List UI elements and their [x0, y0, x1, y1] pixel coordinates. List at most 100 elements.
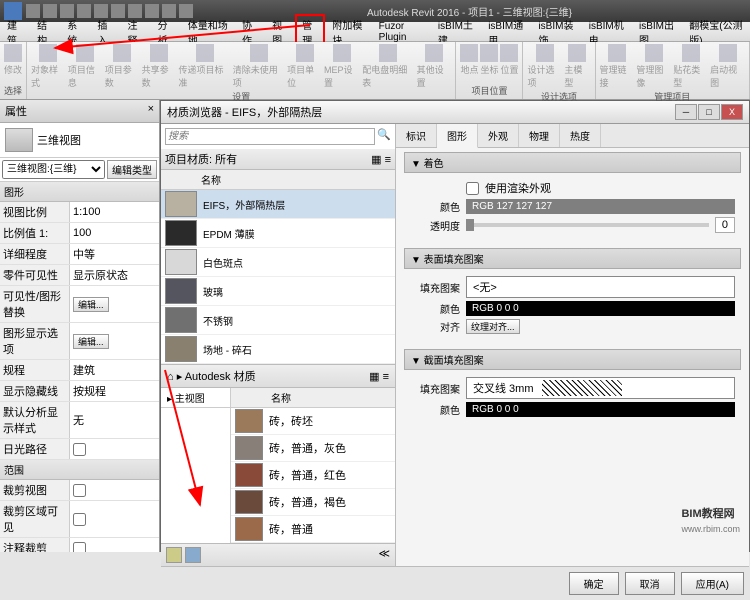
- transparency-slider[interactable]: [466, 223, 709, 227]
- search-input[interactable]: [165, 128, 375, 145]
- property-row[interactable]: 比例值 1:100: [0, 223, 159, 244]
- ribbon-button[interactable]: 项目参数: [105, 44, 140, 89]
- search-icon[interactable]: 🔍: [377, 128, 391, 145]
- ribbon-button[interactable]: 项目信息: [68, 44, 103, 89]
- material-item[interactable]: 场地 - 碎石: [161, 335, 395, 364]
- material-item[interactable]: 不锈钢: [161, 306, 395, 335]
- surface-pattern-header[interactable]: ▼ 表面填充图案: [404, 248, 741, 269]
- surface-color[interactable]: RGB 0 0 0: [466, 301, 735, 316]
- texture-align-button[interactable]: 纹理对齐...: [466, 319, 520, 334]
- material-tab[interactable]: 物理: [519, 124, 560, 147]
- ribbon-group-label: 管理项目: [654, 90, 690, 103]
- dialog-title: 材质浏览器 - EIFS，外部隔热层: [167, 104, 322, 120]
- ribbon-group-label: 项目位置: [471, 84, 507, 97]
- color-label: 颜色: [410, 199, 460, 214]
- material-tab[interactable]: 图形: [437, 124, 478, 148]
- lib-path[interactable]: Autodesk 材质: [185, 371, 256, 383]
- ok-button[interactable]: 确定: [569, 572, 619, 595]
- ribbon-button[interactable]: 管理图像: [636, 44, 671, 89]
- view-icon[interactable]: ▦: [371, 154, 381, 166]
- home-icon[interactable]: ⌂: [167, 371, 174, 383]
- ribbon-button[interactable]: 贴花类型: [673, 44, 708, 89]
- close-icon[interactable]: X: [721, 104, 743, 120]
- type-selector[interactable]: 三维视图:{三维}: [2, 160, 105, 179]
- pattern-swatch: [542, 380, 622, 396]
- ribbon-button[interactable]: 项目单位: [287, 44, 322, 89]
- list-icon[interactable]: ≡: [385, 154, 391, 166]
- property-row[interactable]: 裁剪区域可见: [0, 501, 159, 538]
- library-item[interactable]: 砖，普通: [231, 516, 395, 543]
- library-item[interactable]: 砖，砖坯: [231, 408, 395, 435]
- use-render-label: 使用渲染外观: [485, 180, 551, 196]
- property-row[interactable]: 详细程度中等: [0, 244, 159, 265]
- type-name: 三维视图: [37, 132, 81, 148]
- edit-type-button[interactable]: 编辑类型: [107, 160, 157, 179]
- material-item[interactable]: EIFS，外部隔热层: [161, 190, 395, 219]
- property-row[interactable]: 视图比例1:100: [0, 202, 159, 223]
- use-render-checkbox[interactable]: [466, 182, 479, 195]
- property-row[interactable]: 日光路径: [0, 439, 159, 460]
- expand-icon[interactable]: ≪: [378, 547, 390, 563]
- ribbon-button[interactable]: 位置: [500, 44, 518, 76]
- material-tab[interactable]: 外观: [478, 124, 519, 147]
- material-item[interactable]: 白色斑点: [161, 248, 395, 277]
- property-row[interactable]: 图形显示选项编辑...: [0, 323, 159, 360]
- transparency-value[interactable]: 0: [715, 217, 735, 233]
- material-item[interactable]: EPDM 薄膜: [161, 219, 395, 248]
- property-row[interactable]: 注释裁剪: [0, 538, 159, 552]
- type-icon: [5, 128, 33, 152]
- property-row[interactable]: 显示隐藏线按规程: [0, 381, 159, 402]
- ribbon-button[interactable]: 管理链接: [600, 44, 635, 89]
- ribbon-button[interactable]: 设计选项: [527, 44, 562, 89]
- ribbon-button[interactable]: 清除未使用项: [233, 44, 285, 89]
- list-icon[interactable]: ≡: [383, 371, 389, 383]
- ribbon: 修改选择对象样式项目信息项目参数共享参数传递项目标准清除未使用项项目单位MEP设…: [0, 42, 750, 100]
- transparency-label: 透明度: [410, 218, 460, 233]
- view-icon[interactable]: ▦: [369, 371, 379, 383]
- ribbon-button[interactable]: 坐标: [480, 44, 498, 76]
- ribbon-button[interactable]: 配电盘明细表: [362, 44, 414, 89]
- library-item[interactable]: 砖，普通，褐色: [231, 489, 395, 516]
- library-item[interactable]: 砖，普通，灰色: [231, 435, 395, 462]
- property-row[interactable]: 规程建筑: [0, 360, 159, 381]
- ribbon-button[interactable]: 传递项目标准: [179, 44, 231, 89]
- material-tab[interactable]: 标识: [396, 124, 437, 147]
- new-material-icon[interactable]: [166, 547, 182, 563]
- color-value[interactable]: RGB 127 127 127: [466, 199, 735, 214]
- ribbon-button[interactable]: 主模型: [564, 44, 590, 89]
- apply-button[interactable]: 应用(A): [681, 572, 744, 595]
- material-item[interactable]: 玻璃: [161, 277, 395, 306]
- ribbon-button[interactable]: 修改: [4, 44, 22, 76]
- property-category: 图形: [0, 182, 159, 202]
- ribbon-button[interactable]: 地点: [460, 44, 478, 76]
- property-row[interactable]: 默认分析显示样式无: [0, 402, 159, 439]
- property-category: 范围: [0, 460, 159, 480]
- ribbon-button[interactable]: 对象样式: [31, 44, 66, 89]
- shading-header[interactable]: ▼ 着色: [404, 152, 741, 173]
- lib-name-header: 名称: [231, 388, 395, 408]
- property-row[interactable]: 零件可见性显示原状态: [0, 265, 159, 286]
- cut-color[interactable]: RGB 0 0 0: [466, 402, 735, 417]
- material-list: EIFS，外部隔热层EPDM 薄膜白色斑点玻璃不锈钢场地 - 碎石: [161, 190, 395, 364]
- duplicate-icon[interactable]: [185, 547, 201, 563]
- library-item[interactable]: 砖，普通，红色: [231, 462, 395, 489]
- ribbon-tabs: 建筑结构系统插入注释分析体量和场地协作视图管理附加模块Fuzor Plugini…: [0, 22, 750, 42]
- ribbon-button[interactable]: 其他设置: [417, 44, 452, 89]
- properties-title: 属性: [5, 103, 27, 119]
- ribbon-button[interactable]: 启动视图: [710, 44, 745, 89]
- maximize-icon[interactable]: □: [698, 104, 720, 120]
- library-tree[interactable]: ▸ 主视图: [161, 388, 230, 408]
- ribbon-button[interactable]: 共享参数: [142, 44, 177, 89]
- ribbon-button[interactable]: MEP设置: [324, 44, 360, 89]
- surface-pattern[interactable]: <无>: [466, 276, 735, 298]
- material-tab[interactable]: 热度: [560, 124, 601, 147]
- cut-pattern[interactable]: 交叉线 3mm: [466, 377, 735, 399]
- minimize-icon[interactable]: ─: [675, 104, 697, 120]
- ribbon-group-label: 设计选项: [541, 90, 577, 103]
- filter-label[interactable]: 项目材质: 所有: [165, 151, 237, 167]
- close-icon[interactable]: ×: [148, 103, 154, 119]
- cancel-button[interactable]: 取消: [625, 572, 675, 595]
- property-row[interactable]: 可见性/图形替换编辑...: [0, 286, 159, 323]
- cut-pattern-header[interactable]: ▼ 截面填充图案: [404, 349, 741, 370]
- property-row[interactable]: 裁剪视图: [0, 480, 159, 501]
